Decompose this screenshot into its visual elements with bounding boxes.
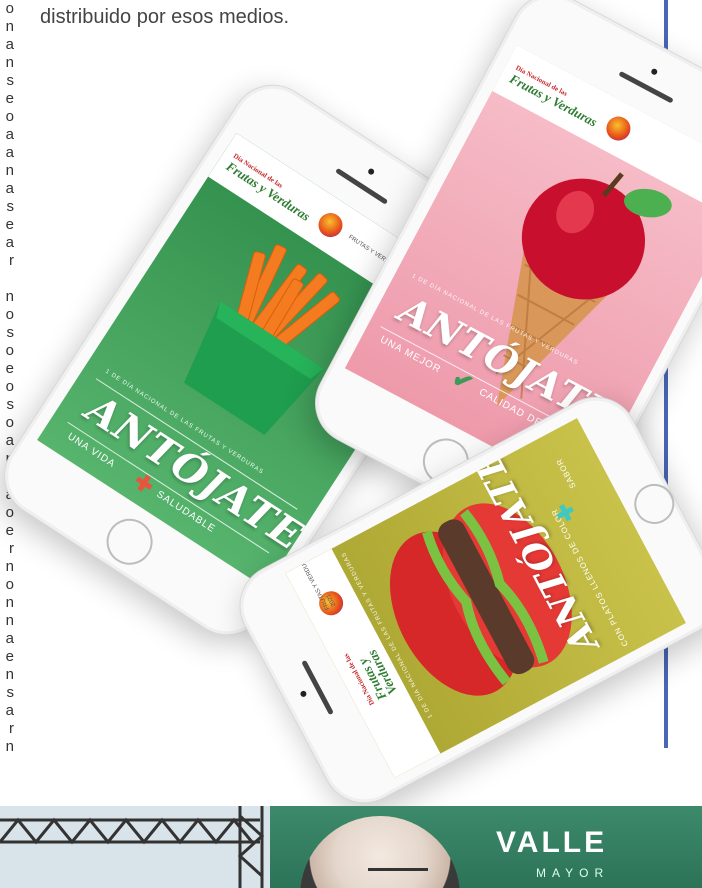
left-column-letter: e — [5, 648, 14, 665]
left-column-letter: a — [5, 432, 14, 449]
home-button — [627, 476, 682, 531]
brand-logo: Día Nacional de las Frutas y Verduras — [507, 63, 600, 130]
left-column-text: onanseoaanasearnosoeosoaneaoernonnaensar… — [0, 0, 14, 760]
left-column-letter: n — [5, 288, 14, 305]
left-column-letter: a — [5, 630, 14, 647]
page: onanseoaanasearnosoeosoaneaoernonnaensar… — [0, 0, 702, 888]
left-column-letter: r — [9, 720, 14, 737]
left-column-letter: a — [5, 36, 14, 53]
left-column-letter: o — [5, 0, 14, 17]
left-column-letter: s — [6, 198, 15, 215]
left-column-letter: o — [5, 306, 14, 323]
subtitle-right: SABOR — [554, 456, 578, 490]
left-column-letter: o — [5, 576, 14, 593]
left-column-letter: s — [6, 324, 15, 341]
home-button — [97, 509, 162, 574]
glasses-icon — [368, 868, 428, 882]
brand-logo: Día Nacional de las Frutas y Verduras — [223, 151, 313, 224]
left-column-letter: o — [5, 378, 14, 395]
camera-dot — [650, 67, 659, 76]
event-logo-text: FRUTAS Y VERDURAS 2021 — [295, 551, 338, 611]
left-column-letter: o — [5, 108, 14, 125]
left-column-letter: e — [5, 90, 14, 107]
left-column-letter — [0, 270, 14, 288]
speaker-slot — [618, 70, 674, 104]
left-column-letter: a — [5, 144, 14, 161]
left-column-letter: e — [5, 216, 14, 233]
brand-logo: Día Nacional de las Frutas y Verduras — [342, 647, 400, 707]
left-column-letter: o — [5, 342, 14, 359]
plus-icon: ✚ — [129, 468, 159, 500]
left-column-letter: r — [9, 540, 14, 557]
left-column-letter: n — [5, 18, 14, 35]
bottom-photo: VALLE MAYOR — [0, 806, 702, 888]
left-column-letter: a — [5, 180, 14, 197]
left-column-letter: a — [5, 702, 14, 719]
intro-text: distribuido por esos medios. — [40, 6, 290, 28]
left-column-letter: n — [5, 612, 14, 629]
left-column-letter: o — [5, 414, 14, 431]
left-column-letter: n — [5, 54, 14, 71]
left-column-letter: s — [6, 684, 15, 701]
fruit-logo-icon — [602, 112, 635, 145]
left-column-letter: s — [6, 72, 15, 89]
sign-subtext: MAYOR — [536, 866, 610, 880]
left-column-letter: e — [5, 522, 14, 539]
left-column-letter: a — [5, 234, 14, 251]
left-column-letter: r — [9, 252, 14, 269]
left-column-letter: n — [5, 738, 14, 755]
speaker-slot — [301, 659, 334, 716]
left-column-letter: n — [5, 162, 14, 179]
camera-dot — [299, 689, 308, 698]
left-column-letter: a — [5, 126, 14, 143]
fruit-logo-icon — [313, 208, 347, 242]
left-column-letter: n — [5, 666, 14, 683]
left-column-letter: o — [0, 756, 14, 760]
camera-dot — [367, 167, 376, 176]
left-column-letter: n — [5, 558, 14, 575]
left-column-letter: e — [5, 360, 14, 377]
sign-text: VALLE — [496, 826, 608, 859]
left-column-letter: n — [5, 594, 14, 611]
left-column-letter: o — [5, 504, 14, 521]
stage-truss-icon — [0, 806, 270, 888]
speaker-slot — [335, 167, 389, 205]
left-column-letter: s — [6, 396, 15, 413]
